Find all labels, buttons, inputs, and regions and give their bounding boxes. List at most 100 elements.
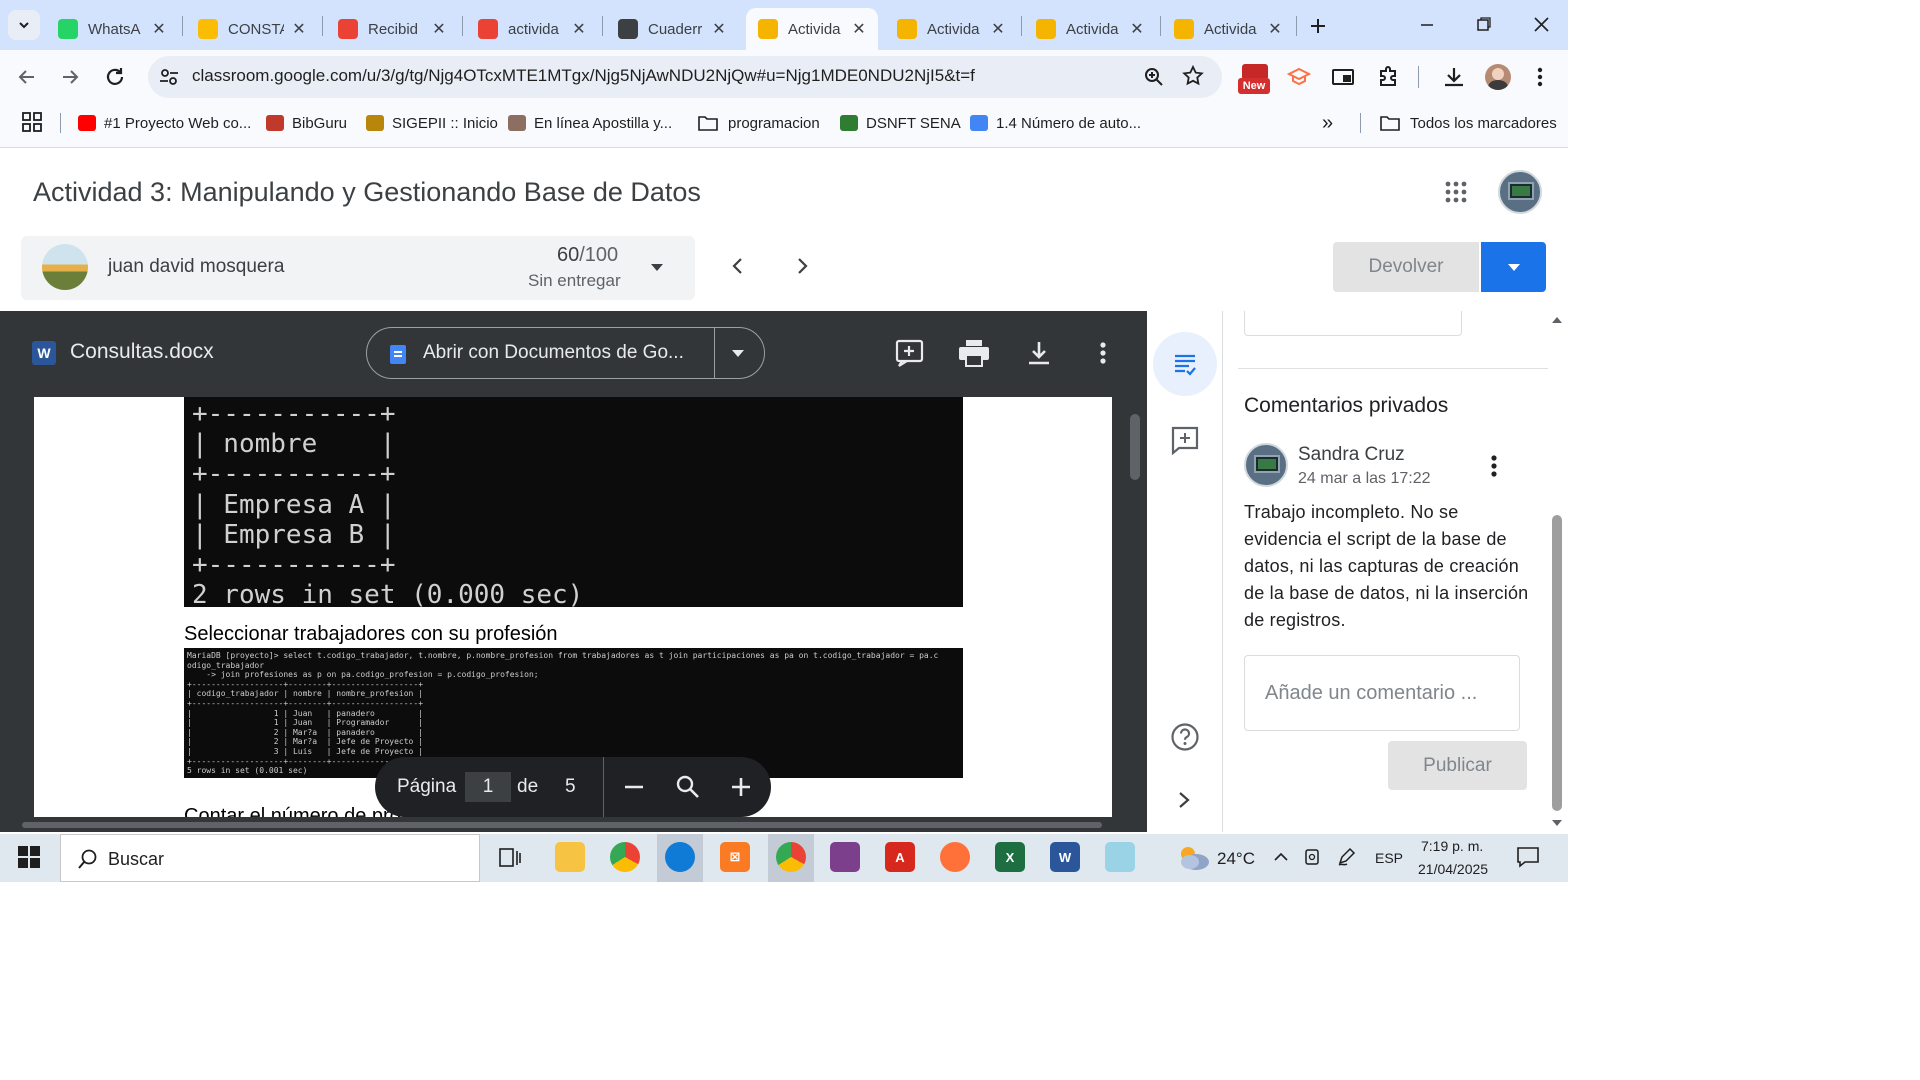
downloads-icon[interactable] — [1441, 64, 1467, 90]
firefox-icon[interactable] — [940, 842, 970, 872]
file-explorer-icon[interactable] — [555, 842, 585, 872]
back-button[interactable] — [14, 64, 40, 90]
publish-button[interactable]: Publicar — [1388, 741, 1527, 790]
comments-tab[interactable] — [1170, 425, 1200, 455]
bookmark-item[interactable]: programacion — [698, 112, 820, 134]
chrome-icon[interactable] — [610, 842, 640, 872]
graduation-cap-icon[interactable] — [1287, 65, 1311, 89]
browser-tab[interactable]: CONSTA ✕ — [186, 8, 318, 50]
tab-close-icon[interactable]: ✕ — [150, 19, 168, 39]
tab-title: activida — [508, 20, 559, 38]
open-with-button[interactable]: Abrir con Documentos de Go... — [366, 327, 765, 379]
zoom-in-icon[interactable] — [730, 776, 752, 798]
add-comment-icon[interactable] — [895, 338, 925, 368]
student-dropdown-icon[interactable] — [648, 258, 666, 276]
new-tab-button[interactable] — [1304, 12, 1332, 40]
panel-scroll-up-icon[interactable] — [1551, 315, 1563, 325]
tab-close-icon[interactable]: ✕ — [850, 19, 868, 39]
acrobat-icon[interactable]: A — [885, 842, 915, 872]
tab-close-icon[interactable]: ✕ — [989, 19, 1007, 39]
forward-button[interactable] — [57, 64, 83, 90]
taskbar-search-box[interactable]: Buscar — [60, 834, 480, 882]
download-icon[interactable] — [1026, 340, 1052, 366]
student-work-tab[interactable] — [1153, 332, 1217, 396]
tab-close-icon[interactable]: ✕ — [430, 19, 448, 39]
zoom-icon[interactable] — [1142, 65, 1166, 89]
bookmark-item[interactable]: #1 Proyecto Web co... — [78, 112, 251, 134]
tab-close-icon[interactable]: ✕ — [1128, 19, 1146, 39]
notifications-icon[interactable] — [1516, 846, 1540, 868]
browser-tab[interactable]: WhatsA ✕ — [46, 8, 178, 50]
weather-cloud-icon[interactable] — [1176, 842, 1212, 872]
open-with-dropdown-icon[interactable] — [729, 344, 747, 362]
google-apps-icon[interactable] — [1444, 180, 1468, 204]
minimize-button[interactable] — [1412, 12, 1442, 38]
chrome-menu-button[interactable] — [1535, 64, 1545, 90]
print-icon[interactable] — [958, 339, 990, 367]
tab-close-icon[interactable]: ✕ — [710, 19, 728, 39]
all-bookmarks-folder[interactable]: Todos los marcadores — [1380, 112, 1557, 134]
bookmark-item[interactable]: SIGEPII :: Inicio — [366, 112, 498, 134]
return-button[interactable]: Devolver — [1333, 242, 1479, 292]
xampp-icon[interactable]: ⊠ — [720, 842, 750, 872]
browser-tab[interactable]: Activida ✕ — [1162, 8, 1294, 50]
viewer-scrollbar[interactable] — [1130, 414, 1140, 480]
restore-button[interactable] — [1468, 12, 1498, 38]
account-avatar[interactable] — [1498, 170, 1542, 214]
viewer-more-icon[interactable] — [1098, 340, 1108, 366]
tray-device-icon[interactable] — [1302, 847, 1322, 867]
extensions-puzzle-icon[interactable] — [1376, 64, 1402, 90]
more-bookmarks-chevron-icon[interactable]: » — [1322, 112, 1333, 135]
page-number-input[interactable]: 1 — [465, 772, 511, 802]
clock-date[interactable]: 21/04/2025 — [1418, 861, 1488, 877]
expand-panel-icon[interactable] — [1174, 789, 1194, 811]
url-text[interactable]: classroom.google.com/u/3/g/tg/Njg4OTcxMT… — [192, 66, 975, 86]
site-info-icon[interactable] — [156, 64, 182, 90]
extension-new-badge[interactable]: New — [1238, 64, 1272, 94]
clock-time[interactable]: 7:19 p. m. — [1421, 838, 1483, 854]
panel-scrollbar[interactable] — [1552, 515, 1562, 811]
tab-close-icon[interactable]: ✕ — [1266, 19, 1284, 39]
input-language[interactable]: ESP — [1375, 850, 1403, 866]
browser-tab[interactable]: activida ✕ — [466, 8, 598, 50]
browser-tab[interactable]: Activida ✕ — [885, 8, 1017, 50]
tray-chevron-up-icon[interactable] — [1272, 848, 1290, 866]
reload-button[interactable] — [102, 64, 128, 90]
tab-close-icon[interactable]: ✕ — [290, 19, 308, 39]
notepad-icon[interactable] — [1105, 842, 1135, 872]
profile-avatar[interactable] — [1485, 64, 1511, 90]
next-student-button[interactable] — [790, 254, 814, 278]
browser-tab[interactable]: Cuaderr ✕ — [606, 8, 738, 50]
viewer-horizontal-scrollbar[interactable] — [22, 822, 1102, 828]
reading-mode-icon[interactable] — [1331, 65, 1355, 89]
bookmark-item[interactable]: 1.4 Número de auto... — [970, 112, 1141, 134]
bookmark-item[interactable]: BibGuru — [266, 112, 347, 134]
chrome-profile-icon[interactable] — [776, 842, 806, 872]
comment-input[interactable]: Añade un comentario ... — [1244, 655, 1520, 731]
panel-scroll-down-icon[interactable] — [1551, 818, 1563, 828]
windows-start-icon[interactable] — [18, 846, 40, 868]
bookmark-star-icon[interactable] — [1181, 64, 1205, 88]
browser-tab[interactable]: Recibid ✕ — [326, 8, 458, 50]
previous-student-button[interactable] — [726, 254, 750, 278]
winrar-icon[interactable] — [830, 842, 860, 872]
tab-close-icon[interactable]: ✕ — [570, 19, 588, 39]
edge-icon[interactable] — [665, 842, 695, 872]
return-options-button[interactable] — [1481, 242, 1546, 292]
bookmark-item[interactable]: DSNFT SENA — [840, 112, 961, 134]
browser-tab[interactable]: Activida ✕ — [746, 8, 878, 50]
task-view-icon[interactable] — [498, 846, 522, 870]
apps-grid-icon[interactable] — [22, 112, 42, 132]
tab-title: Activida — [788, 20, 841, 38]
grade-display[interactable]: 60/100 — [557, 244, 618, 267]
excel-icon[interactable]: X — [995, 842, 1025, 872]
comment-more-icon[interactable] — [1489, 453, 1499, 479]
help-icon[interactable] — [1170, 722, 1200, 752]
browser-tab[interactable]: Activida ✕ — [1024, 8, 1156, 50]
tray-pen-icon[interactable] — [1336, 847, 1356, 867]
zoom-out-icon[interactable] — [623, 776, 645, 798]
close-window-button[interactable] — [1526, 12, 1556, 38]
word-icon[interactable]: W — [1050, 842, 1080, 872]
bookmark-item[interactable]: En línea Apostilla y... — [508, 112, 672, 134]
tab-search-button[interactable] — [8, 10, 40, 40]
